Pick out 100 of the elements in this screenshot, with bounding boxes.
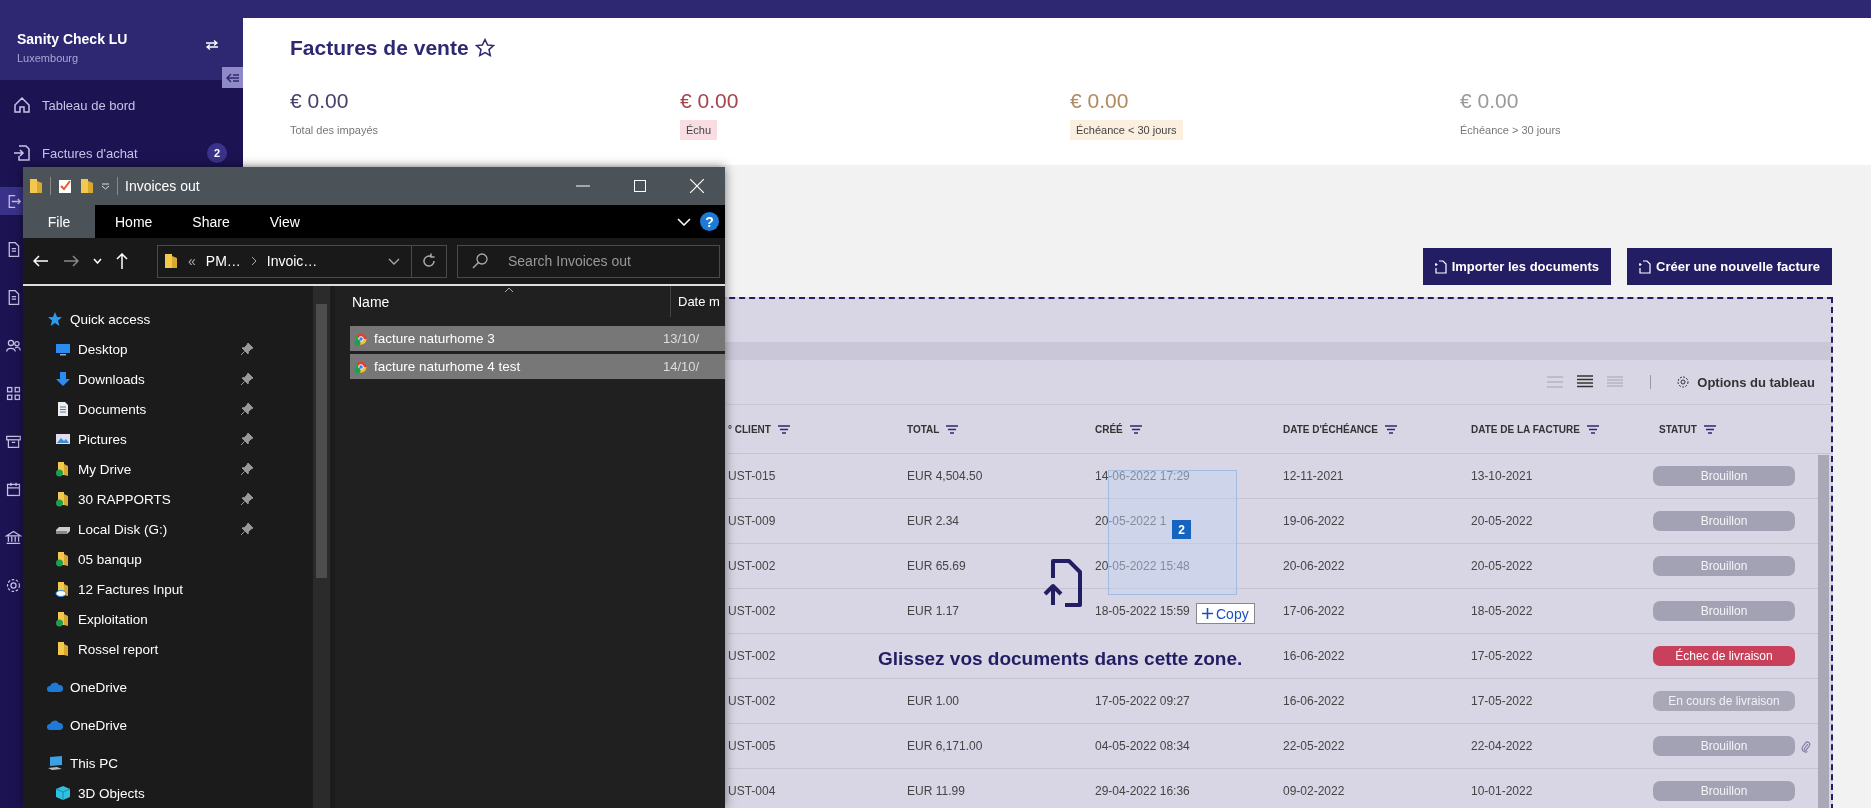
table-options-button[interactable]: Options du tableau: [1677, 374, 1815, 390]
filter-icon[interactable]: [777, 424, 790, 434]
nav-item[interactable]: My Drive: [23, 454, 313, 484]
nav-item[interactable]: Desktop: [23, 334, 313, 364]
forward-arrow-icon[interactable]: [63, 255, 79, 267]
status-chip: Échéance < 30 jours: [1070, 120, 1183, 140]
scrollbar[interactable]: [313, 286, 330, 808]
search-icon: [472, 253, 488, 269]
collapse-sidebar-button[interactable]: [222, 67, 243, 88]
ribbon-tab[interactable]: View: [249, 205, 320, 238]
sidebar-item[interactable]: Factures d'achat 2: [0, 139, 243, 167]
calendar-icon: [5, 480, 22, 498]
status-badge: Échec de livraison: [1653, 646, 1795, 666]
import-icon: [12, 143, 32, 163]
column-header[interactable]: Name: [352, 293, 390, 310]
table-cell: UST-002: [728, 649, 776, 663]
nav-item[interactable]: Quick access: [23, 304, 313, 334]
sidebar-item[interactable]: [0, 187, 23, 215]
nav-item[interactable]: Downloads: [23, 364, 313, 394]
table-cell: 12-11-2021: [1283, 469, 1344, 483]
file-row[interactable]: facture naturhome 4 test 14/10/: [350, 354, 725, 379]
help-button[interactable]: ?: [700, 212, 719, 231]
ribbon-tab[interactable]: Home: [95, 205, 173, 238]
column-header[interactable]: Date m: [678, 294, 720, 309]
table-cell: UST-002: [728, 559, 776, 573]
create-invoice-button[interactable]: Créer une nouvelle facture: [1627, 248, 1832, 285]
filter-icon[interactable]: [946, 424, 959, 434]
sidebar-item-label: Tableau de bord: [42, 97, 137, 113]
nav-item[interactable]: Local Disk (G:): [23, 514, 313, 544]
sidebar-item[interactable]: Tableau de bord: [0, 91, 243, 119]
import-documents-button[interactable]: Importer les documents: [1422, 248, 1611, 285]
search-field[interactable]: Search Invoices out: [457, 244, 720, 278]
switch-icon[interactable]: [205, 40, 219, 50]
nav-item[interactable]: 12 Factures Input: [23, 574, 313, 604]
nav-item-label: Downloads: [78, 371, 145, 387]
filter-icon[interactable]: [1586, 424, 1599, 434]
nav-item[interactable]: Pictures: [23, 424, 313, 454]
browser-file-icon: [354, 331, 367, 346]
filter-icon[interactable]: [1129, 424, 1142, 434]
table-cell: 04-05-2022 08:34: [1095, 739, 1190, 753]
filter-icon[interactable]: [1703, 424, 1716, 434]
refresh-icon[interactable]: [421, 253, 437, 269]
table-cell: 09-02-2022: [1283, 784, 1345, 798]
gear-icon: [5, 576, 22, 594]
table-cell: UST-002: [728, 604, 776, 618]
status-badge: Brouillon: [1653, 781, 1795, 801]
drop-message: Glissez vos documents dans cette zone.: [878, 648, 1243, 670]
ribbon-tab[interactable]: Share: [172, 205, 250, 238]
synced-folder-icon: [55, 461, 71, 477]
star-icon[interactable]: [474, 38, 495, 58]
search-input[interactable]: Search Invoices out: [508, 253, 708, 269]
amount-value: € 0.00: [680, 88, 739, 114]
nav-item-label: OneDrive: [70, 679, 128, 695]
page-title: Factures de vente: [290, 36, 469, 60]
path-overflow: «: [188, 253, 196, 269]
path-segment[interactable]: Invoic…: [266, 253, 318, 269]
row-density-icon[interactable]: [1576, 375, 1595, 389]
table-cell: UST-004: [728, 784, 776, 798]
nav-item[interactable]: 3D Objects: [23, 778, 313, 808]
checklist-icon[interactable]: [58, 178, 73, 194]
nav-item-label: 12 Factures Input: [78, 581, 184, 597]
collapse-icon: [225, 72, 240, 83]
column-header[interactable]: TOTAL: [907, 423, 940, 435]
chevron-down-icon[interactable]: [388, 257, 400, 265]
status-badge: Brouillon: [1653, 601, 1795, 621]
status-badge: Brouillon: [1653, 511, 1795, 531]
picture-icon: [55, 431, 71, 447]
file-row[interactable]: facture naturhome 3 13/10/: [350, 326, 725, 351]
settings-icon: [1677, 376, 1690, 388]
folder-icon: [55, 641, 71, 657]
nav-item[interactable]: This PC: [23, 748, 313, 778]
company-name: Sanity Check LU: [17, 31, 128, 47]
nav-item[interactable]: Rossel report: [23, 634, 313, 664]
nav-item[interactable]: Documents: [23, 394, 313, 424]
up-arrow-icon[interactable]: [116, 253, 128, 269]
nav-item[interactable]: OneDrive: [23, 710, 313, 740]
column-header[interactable]: DATE D'ÉCHÉANCE: [1283, 423, 1378, 435]
file-name: facture naturhome 3: [374, 331, 495, 346]
ribbon-tab[interactable]: File: [23, 205, 95, 238]
nav-item[interactable]: OneDrive: [23, 672, 313, 702]
address-bar[interactable]: « PM… Invoic…: [157, 244, 447, 278]
paperclip-icon[interactable]: [1801, 739, 1811, 753]
path-segment[interactable]: PM…: [205, 253, 241, 269]
nav-item[interactable]: Exploitation: [23, 604, 313, 634]
table-cell: 18-05-2022 15:59: [1095, 604, 1190, 618]
column-header[interactable]: CRÉÉ: [1095, 423, 1123, 435]
nav-item[interactable]: 30 RAPPORTS: [23, 484, 313, 514]
column-header[interactable]: STATUT: [1659, 423, 1697, 435]
column-header[interactable]: DATE DE LA FACTURE: [1471, 423, 1580, 435]
nav-item[interactable]: 05 banqup: [23, 544, 313, 574]
back-arrow-icon[interactable]: [33, 255, 49, 267]
nav-item-label: Pictures: [78, 431, 127, 447]
column-header[interactable]: ° CLIENT: [728, 423, 771, 435]
scrollbar[interactable]: [1818, 455, 1829, 808]
table-cell: UST-009: [728, 514, 776, 528]
window-title: Invoices out: [125, 178, 200, 194]
table-cell: 22-04-2022: [1471, 739, 1533, 753]
status-badge: Brouillon: [1653, 556, 1795, 576]
filter-icon[interactable]: [1385, 424, 1397, 434]
upload-file-icon: [1043, 558, 1083, 608]
